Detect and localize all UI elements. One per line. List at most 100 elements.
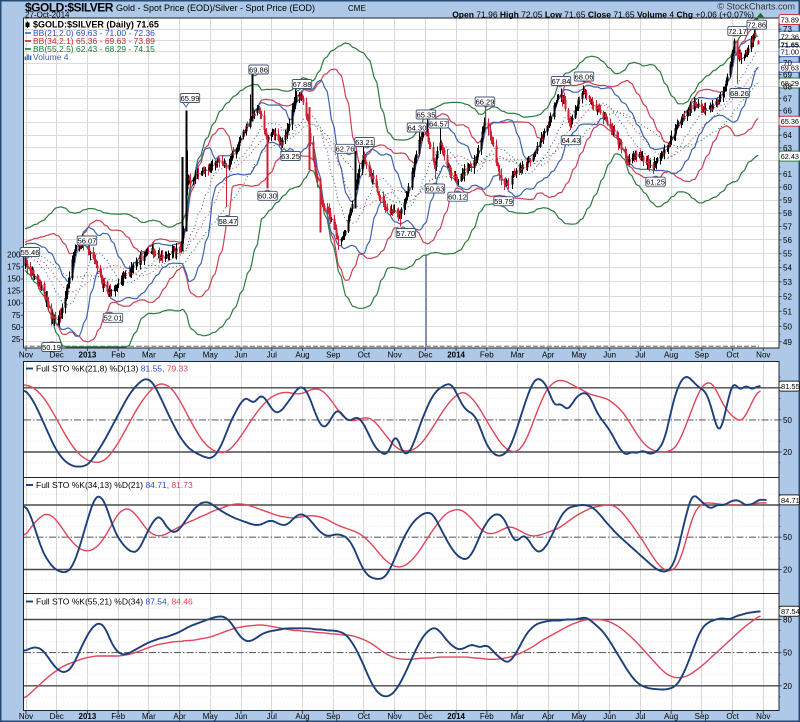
svg-text:20: 20 <box>783 566 792 575</box>
svg-text:69.63: 69.63 <box>781 63 799 72</box>
svg-text:Dec: Dec <box>50 712 64 721</box>
svg-text:71.00: 71.00 <box>781 48 799 57</box>
svg-text:62.76: 62.76 <box>336 145 355 154</box>
svg-text:Jun: Jun <box>603 712 616 721</box>
svg-text:66.29: 66.29 <box>476 97 495 106</box>
svg-text:68.29: 68.29 <box>781 79 799 88</box>
svg-text:Gold - Spot Price (EOD)/Silver: Gold - Spot Price (EOD)/Silver - Spot Pr… <box>116 3 315 13</box>
svg-text:63.21: 63.21 <box>355 138 374 147</box>
svg-text:Dec: Dec <box>50 351 64 360</box>
svg-text:64: 64 <box>783 131 792 140</box>
svg-text:Apr: Apr <box>542 712 555 721</box>
svg-text:Volume 4: Volume 4 <box>33 52 69 62</box>
svg-text:56: 56 <box>783 236 792 245</box>
svg-text:20: 20 <box>783 448 792 457</box>
svg-text:Feb: Feb <box>111 351 125 360</box>
svg-text:50: 50 <box>783 416 792 425</box>
svg-text:58.47: 58.47 <box>219 217 238 226</box>
svg-text:Jul: Jul <box>635 712 645 721</box>
svg-text:65.99: 65.99 <box>181 94 200 103</box>
svg-text:68.26: 68.26 <box>730 89 749 98</box>
svg-text:80: 80 <box>783 616 792 625</box>
svg-text:Mar: Mar <box>511 351 525 360</box>
svg-text:81.55: 81.55 <box>781 382 800 391</box>
svg-text:Aug: Aug <box>664 351 678 360</box>
svg-text:Dec: Dec <box>418 712 432 721</box>
svg-text:2014: 2014 <box>447 351 465 360</box>
svg-text:65.35: 65.35 <box>417 110 436 119</box>
svg-text:Open 71.96 High 72.05 Low 71.6: Open 71.96 High 72.05 Low 71.65 Close 71… <box>452 10 754 20</box>
svg-text:66: 66 <box>783 106 792 115</box>
svg-text:Feb: Feb <box>480 351 494 360</box>
svg-text:72.17: 72.17 <box>728 27 747 36</box>
svg-text:57.70: 57.70 <box>396 229 415 238</box>
svg-text:Nov: Nov <box>756 351 770 360</box>
svg-text:200: 200 <box>7 250 21 259</box>
svg-text:Feb: Feb <box>480 712 494 721</box>
svg-text:67: 67 <box>783 94 792 103</box>
svg-text:62.43: 62.43 <box>781 152 799 161</box>
svg-text:Feb: Feb <box>111 712 125 721</box>
svg-text:51: 51 <box>783 307 792 316</box>
svg-text:2013: 2013 <box>79 351 97 360</box>
svg-text:61.25: 61.25 <box>646 178 665 187</box>
svg-text:63.25: 63.25 <box>281 152 300 161</box>
svg-text:Nov: Nov <box>387 351 401 360</box>
svg-text:53: 53 <box>783 278 792 287</box>
svg-text:73.89: 73.89 <box>781 16 799 25</box>
svg-text:55: 55 <box>783 250 792 259</box>
svg-text:54: 54 <box>783 264 792 273</box>
svg-text:64.30: 64.30 <box>408 123 427 132</box>
svg-text:Aug: Aug <box>295 712 309 721</box>
svg-text:Nov: Nov <box>756 712 770 721</box>
svg-text:Nov: Nov <box>19 351 33 360</box>
svg-text:60.12: 60.12 <box>448 193 467 202</box>
svg-text:Sep: Sep <box>695 351 710 360</box>
svg-text:87.54: 87.54 <box>781 607 800 616</box>
svg-text:68.06: 68.06 <box>575 72 594 81</box>
svg-text:Mar: Mar <box>142 712 156 721</box>
svg-text:61: 61 <box>783 170 792 179</box>
svg-text:125: 125 <box>7 287 21 296</box>
svg-text:May: May <box>203 712 218 721</box>
svg-text:175: 175 <box>7 262 21 271</box>
svg-text:2013: 2013 <box>79 712 97 721</box>
svg-text:58: 58 <box>783 209 792 218</box>
svg-text:Sep: Sep <box>695 712 710 721</box>
svg-text:Aug: Aug <box>664 712 678 721</box>
svg-text:Full STO %K(21,8) %D(13) 81.55: Full STO %K(21,8) %D(13) 81.55, 79.33 <box>36 364 188 374</box>
svg-text:Jul: Jul <box>267 712 277 721</box>
svg-text:May: May <box>571 712 586 721</box>
svg-text:50: 50 <box>12 323 21 332</box>
svg-text:Oct: Oct <box>358 351 371 360</box>
svg-text:84.71: 84.71 <box>781 496 800 505</box>
svg-text:Jun: Jun <box>235 712 248 721</box>
svg-text:Nov: Nov <box>19 712 33 721</box>
svg-text:20: 20 <box>783 682 792 691</box>
svg-text:57: 57 <box>783 222 792 231</box>
svg-text:100: 100 <box>7 299 21 308</box>
svg-text:59.79: 59.79 <box>494 197 513 206</box>
svg-text:52.01: 52.01 <box>104 314 123 323</box>
svg-text:50: 50 <box>783 649 792 658</box>
svg-text:Jul: Jul <box>267 351 277 360</box>
svg-text:Apr: Apr <box>542 351 555 360</box>
svg-text:Jun: Jun <box>603 351 616 360</box>
svg-text:60.63: 60.63 <box>426 184 445 193</box>
svg-text:25: 25 <box>12 335 21 344</box>
svg-text:60: 60 <box>783 183 792 192</box>
svg-text:Oct: Oct <box>726 712 739 721</box>
svg-text:27-Oct-2014: 27-Oct-2014 <box>25 10 70 19</box>
svg-text:59: 59 <box>783 196 792 205</box>
svg-text:60.30: 60.30 <box>258 192 277 201</box>
svg-text:Dec: Dec <box>418 351 432 360</box>
svg-text:75: 75 <box>12 311 21 320</box>
svg-text:Mar: Mar <box>142 351 156 360</box>
svg-text:52: 52 <box>783 293 792 302</box>
svg-text:Jun: Jun <box>235 351 248 360</box>
svg-text:67.84: 67.84 <box>552 77 571 86</box>
svg-text:Oct: Oct <box>726 351 739 360</box>
svg-text:56.07: 56.07 <box>78 236 97 245</box>
svg-text:Full STO %K(34,13) %D(21) 84.7: Full STO %K(34,13) %D(21) 84.71, 81.73 <box>36 480 193 490</box>
svg-text:Oct: Oct <box>358 712 371 721</box>
